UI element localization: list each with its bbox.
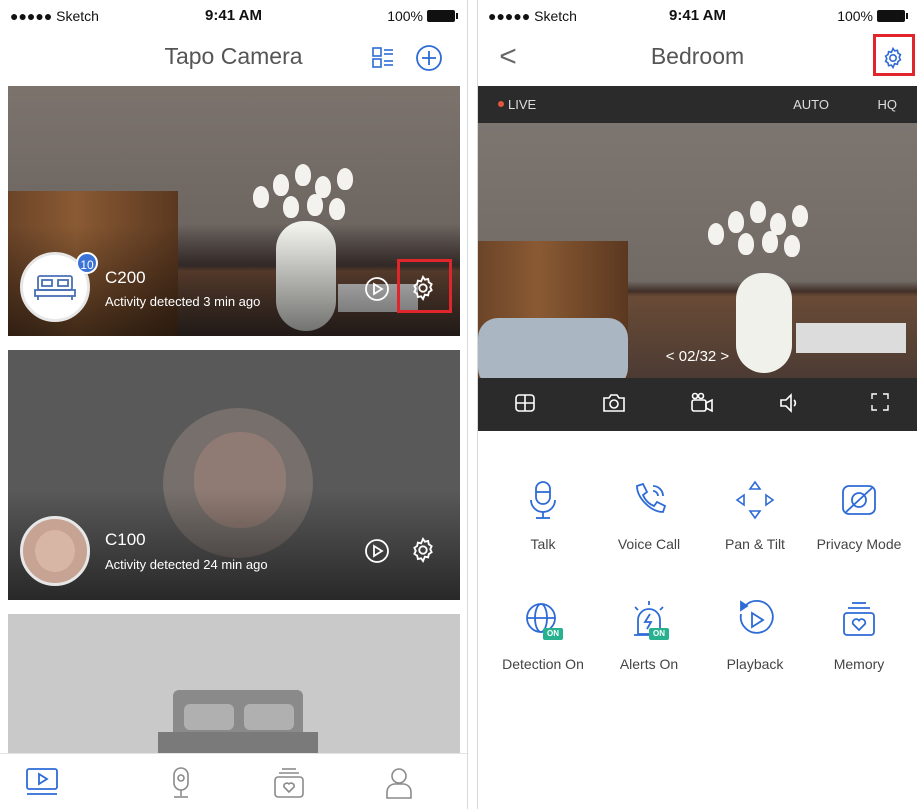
live-dot-icon <box>498 101 504 107</box>
page-title: Bedroom <box>650 43 745 69</box>
notification-badge: 10 <box>76 252 98 274</box>
hq-quality-button[interactable]: HQ <box>878 97 898 112</box>
status-bar: ●●●●● Sketch 9:41 AM 100% <box>478 0 917 28</box>
header: < Bedroom <box>478 28 917 86</box>
live-video-feed[interactable]: < 02/32 > <box>478 123 917 378</box>
live-label: LIVE <box>508 97 537 112</box>
speaker-volume-icon[interactable] <box>778 392 804 418</box>
privacy-mode-label: Privacy Mode <box>816 536 902 552</box>
detection-button[interactable]: ON Detection On <box>488 598 598 698</box>
record-video-icon[interactable] <box>690 392 716 418</box>
video-controls <box>478 378 917 431</box>
alerts-on-tag: ON <box>649 628 669 640</box>
playback-button[interactable]: Playback <box>700 598 810 698</box>
alerts-label: Alerts On <box>619 656 679 672</box>
battery-icon <box>877 10 908 22</box>
microphone-icon <box>521 478 565 522</box>
battery-percent: 100% <box>387 8 423 24</box>
add-circle-icon[interactable] <box>413 42 445 74</box>
status-bar: ●●●●● Sketch 9:41 AM 100% <box>0 0 467 28</box>
detection-globe-icon: ON <box>521 598 565 642</box>
fullscreen-icon[interactable] <box>870 392 896 418</box>
voice-call-button[interactable]: Voice Call <box>594 478 704 578</box>
battery-percent: 100% <box>837 8 873 24</box>
memory-icon <box>837 598 881 642</box>
tab-bar <box>0 753 467 809</box>
auto-quality-button[interactable]: AUTO <box>793 97 829 112</box>
avatar <box>20 516 90 586</box>
live-status-bar: LIVE AUTO HQ <box>478 86 917 123</box>
settings-highlight <box>873 34 915 76</box>
memory-tab-icon[interactable] <box>272 766 306 800</box>
talk-label: Talk <box>530 536 556 552</box>
bed-icon <box>34 275 76 300</box>
pan-tilt-button[interactable]: Pan & Tilt <box>700 478 810 578</box>
multi-view-icon[interactable] <box>514 392 540 418</box>
header: Tapo Camera <box>0 28 467 86</box>
memory-button[interactable]: Memory <box>804 598 914 698</box>
playback-icon <box>733 598 777 642</box>
detection-label: Detection On <box>502 656 584 672</box>
voice-call-label: Voice Call <box>617 536 681 552</box>
camera-name: C200 <box>105 268 146 287</box>
camera-tab-icon[interactable] <box>24 766 58 800</box>
camera-activity: Activity detected 3 min ago <box>105 294 261 309</box>
privacy-mode-icon <box>837 478 881 522</box>
snapshot-camera-icon[interactable] <box>602 392 628 418</box>
flowers-image <box>698 183 828 263</box>
pan-tilt-arrows-icon <box>733 478 777 522</box>
layout-grid-icon[interactable] <box>367 42 399 74</box>
camera-counter[interactable]: < 02/32 > <box>478 348 917 365</box>
camera-detail-screen: ●●●●● Sketch 9:41 AM 100% < Bedroom LIVE… <box>477 0 917 809</box>
camera-activity: Activity detected 24 min ago <box>105 557 268 572</box>
play-icon[interactable] <box>364 538 394 568</box>
alerts-button[interactable]: ON Alerts On <box>594 598 704 698</box>
camera-card-bedroom[interactable] <box>8 614 460 754</box>
device-tab-icon[interactable] <box>166 766 200 800</box>
alarm-siren-icon: ON <box>627 598 671 642</box>
camera-name: C100 <box>105 530 146 549</box>
detection-on-tag: ON <box>543 628 563 640</box>
battery-icon <box>427 10 458 22</box>
bed-placeholder-icon <box>158 690 318 754</box>
camera-list-screen: ●●●●● Sketch 9:41 AM 100% Tapo Camera 10… <box>0 0 468 809</box>
profile-tab-icon[interactable] <box>384 766 418 800</box>
privacy-mode-button[interactable]: Privacy Mode <box>804 478 914 578</box>
pan-tilt-label: Pan & Tilt <box>725 536 785 552</box>
voice-call-icon <box>627 478 671 522</box>
memory-label: Memory <box>833 656 885 672</box>
flowers-image <box>243 146 373 226</box>
camera-card-c100[interactable]: C100 Activity detected 24 min ago <box>8 350 460 600</box>
play-icon[interactable] <box>364 276 394 306</box>
settings-highlight <box>397 259 452 313</box>
talk-button[interactable]: Talk <box>488 478 598 578</box>
settings-gear-icon[interactable] <box>409 536 439 566</box>
playback-label: Playback <box>726 656 784 672</box>
camera-card-c200[interactable]: 10 C200 Activity detected 3 min ago <box>8 86 460 336</box>
